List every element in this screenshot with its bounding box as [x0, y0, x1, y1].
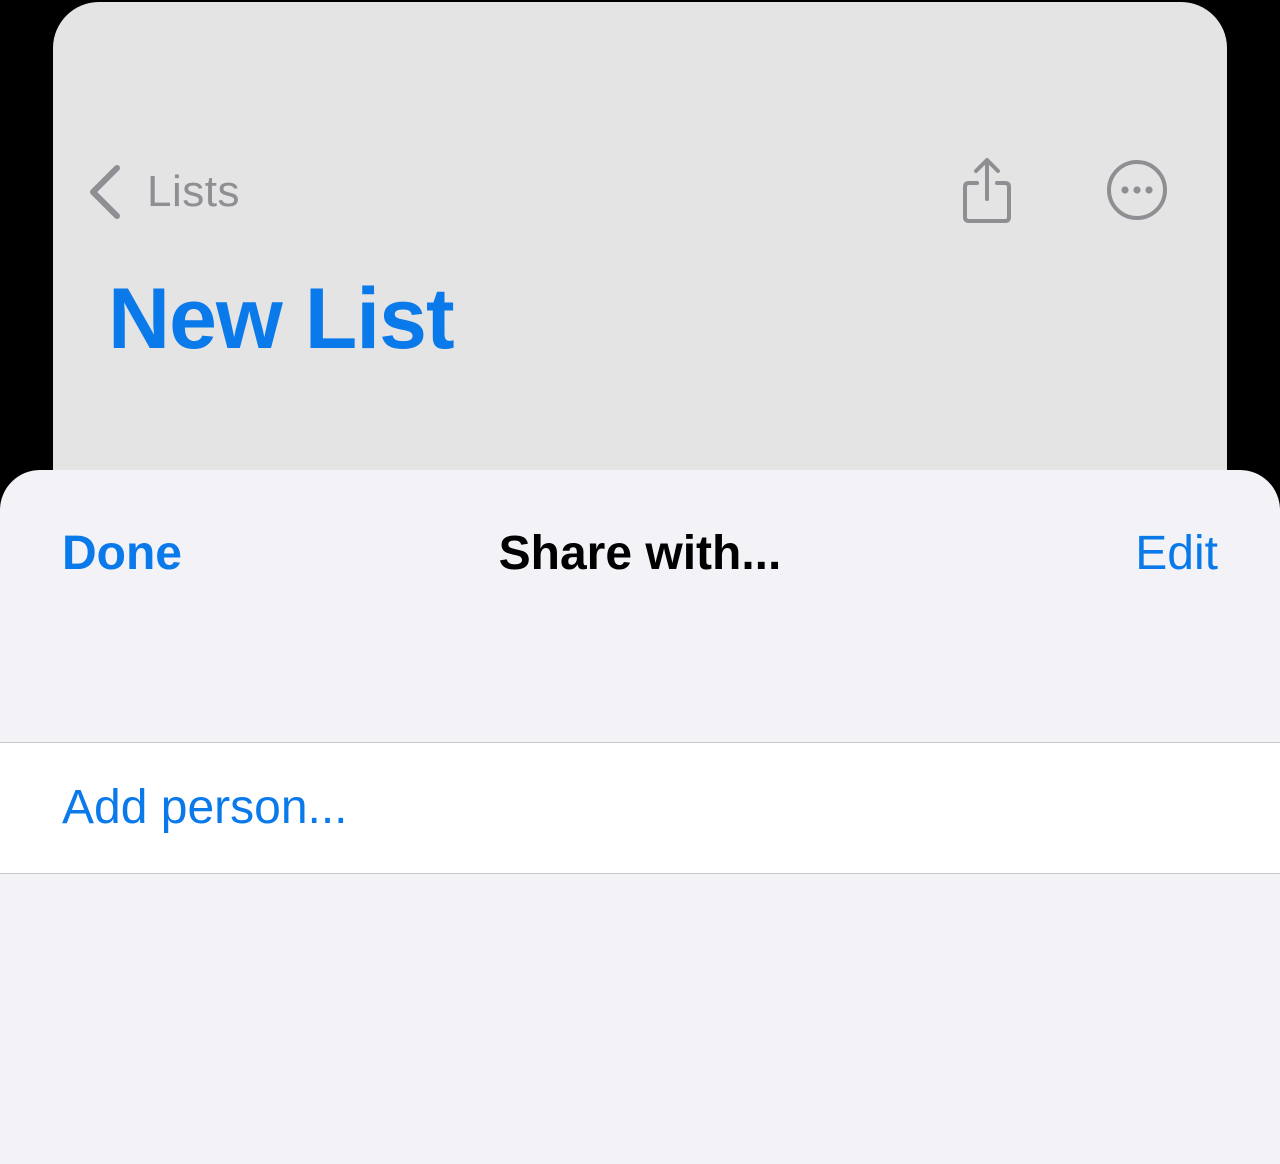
- edit-button[interactable]: Edit: [1135, 518, 1218, 590]
- background-list-screen: Lists New List: [53, 2, 1227, 522]
- sheet-header: Share with... Done Edit: [0, 518, 1280, 590]
- chevron-left-icon: [85, 164, 125, 220]
- add-person-row[interactable]: Add person...: [0, 742, 1280, 874]
- more-options-button[interactable]: [1103, 158, 1171, 226]
- back-label: Lists: [147, 167, 240, 216]
- add-person-label: Add person...: [62, 781, 348, 834]
- list-title: New List: [108, 271, 455, 367]
- sheet-title: Share with...: [498, 527, 782, 580]
- done-button[interactable]: Done: [62, 518, 182, 590]
- ellipsis-circle-icon: [1105, 158, 1169, 227]
- share-button[interactable]: [953, 152, 1021, 232]
- share-sheet: Share with... Done Edit Add person...: [0, 470, 1280, 1164]
- share-icon: [959, 155, 1015, 230]
- back-button[interactable]: Lists: [85, 160, 240, 224]
